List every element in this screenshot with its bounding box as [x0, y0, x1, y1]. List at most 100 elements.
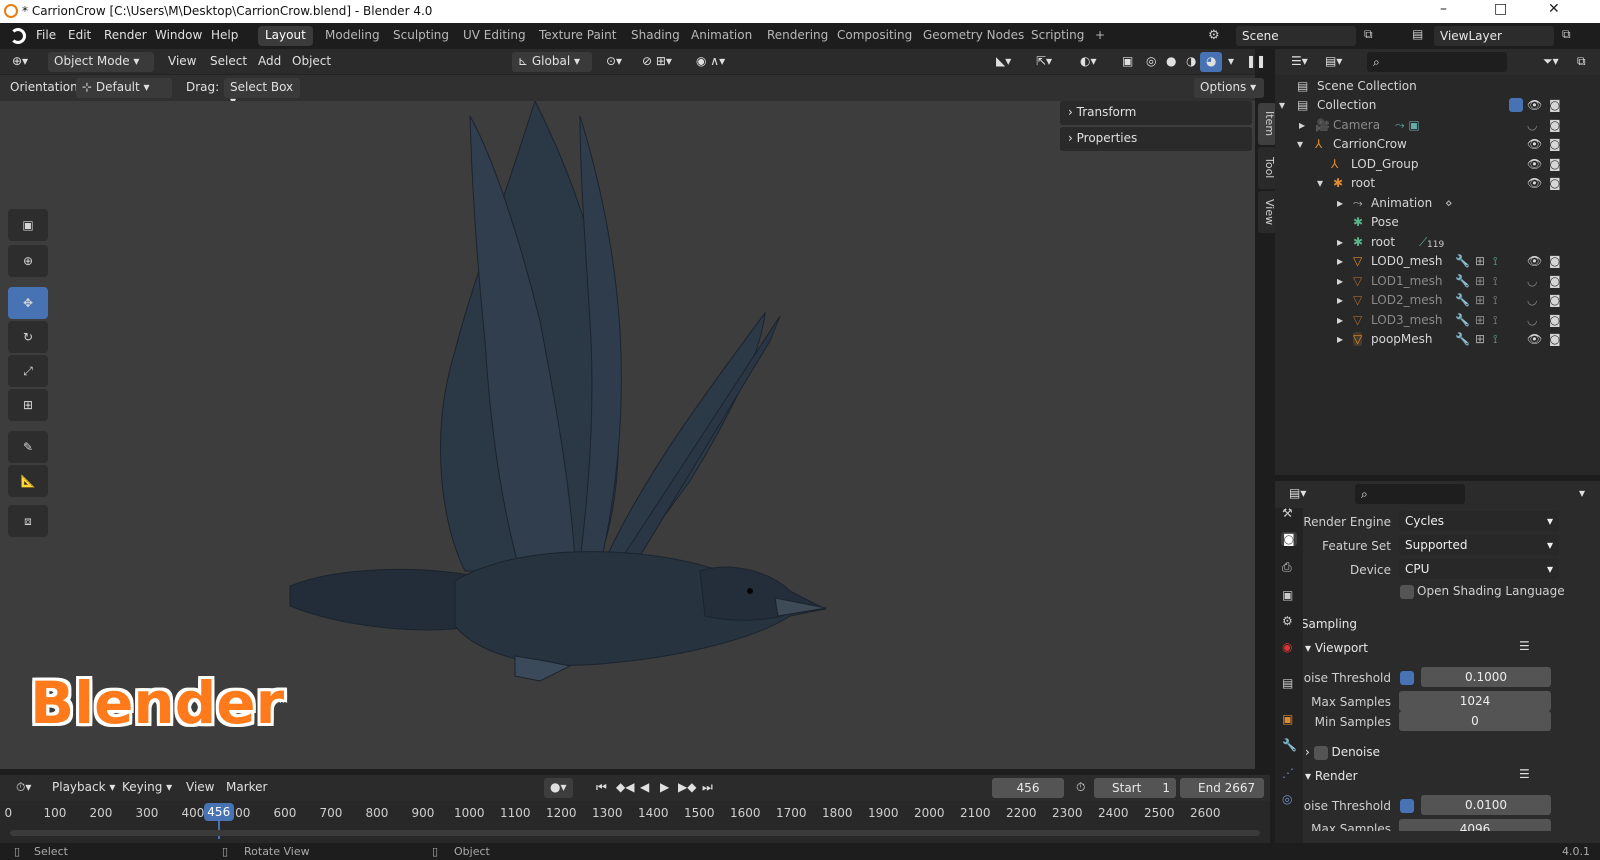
viewlayer-icon[interactable]: ▤ — [1412, 27, 1423, 41]
cursor-tool-icon[interactable]: ⊕ — [8, 245, 48, 277]
menu-add[interactable]: Add — [252, 52, 287, 72]
tab-shading[interactable]: Shading — [624, 26, 687, 46]
camera-render-icon[interactable]: ◙ — [1549, 157, 1561, 171]
camera-render-icon[interactable]: ◙ — [1549, 293, 1561, 307]
outliner-row-root-armature[interactable]: ▾ ✱ root 👁 ◙ — [1275, 173, 1600, 193]
expand-icon[interactable]: ▸ — [1337, 313, 1343, 327]
expand-icon[interactable]: ▸ — [1337, 254, 1343, 268]
timeline-editor[interactable]: ⏱▾ Playback ▾ Keying ▾ View Marker ●▾ ⏮ … — [0, 775, 1270, 843]
particles-tab-icon[interactable]: ⋰ — [1282, 766, 1294, 780]
feature-set-dropdown[interactable]: Supported ▾ — [1399, 535, 1559, 555]
tab-rendering[interactable]: Rendering — [760, 26, 835, 46]
pause-render-icon[interactable]: ❚❚ — [1240, 52, 1272, 72]
gizmo-icon[interactable]: ⇱▾ — [1030, 52, 1058, 72]
tab-layout[interactable]: Layout — [258, 26, 313, 46]
mode-dropdown[interactable]: Object Mode ▾ — [48, 52, 154, 72]
properties-search-input[interactable]: ⌕ — [1355, 484, 1465, 504]
select-box-tool-icon[interactable]: ▣ — [8, 209, 48, 241]
viewport-max-samples-field[interactable]: 1024 — [1399, 691, 1551, 711]
viewlayer-selector[interactable]: ViewLayer — [1434, 26, 1554, 46]
list-icon[interactable]: ☰ — [1519, 639, 1530, 653]
add-cube-tool-icon[interactable]: ⧈ — [8, 505, 48, 537]
outliner-row-collection[interactable]: ▾ ▤ Collection 👁 ◙ — [1275, 95, 1600, 115]
scale-tool-icon[interactable]: ⤢ — [8, 355, 48, 387]
scene-selector[interactable]: Scene — [1236, 26, 1356, 46]
proportional-edit-icon[interactable]: ◉ ∧▾ — [690, 52, 731, 72]
shading-options-icon[interactable]: ▾ — [1222, 52, 1240, 72]
expand-icon[interactable]: ▾ — [1279, 98, 1285, 112]
camera-render-icon[interactable]: ◙ — [1549, 137, 1561, 151]
outliner-row-scene-collection[interactable]: ▤ Scene Collection — [1275, 76, 1600, 96]
render-engine-dropdown[interactable]: Cycles ▾ — [1399, 511, 1559, 531]
expand-icon[interactable]: ▸ — [1337, 235, 1343, 249]
menu-render[interactable]: Render — [104, 28, 147, 42]
overlay-icon[interactable]: ◐▾ — [1074, 52, 1103, 72]
viewport-noise-threshold-field[interactable]: 0.1000 — [1421, 667, 1551, 687]
camera-render-icon[interactable]: ◙ — [1549, 118, 1561, 132]
physics-tab-icon[interactable]: ◎ — [1282, 792, 1292, 806]
render-noise-threshold-field[interactable]: 0.0100 — [1421, 795, 1551, 815]
list-icon[interactable]: ☰ — [1519, 767, 1530, 781]
tool-tab-icon[interactable]: ⚒ — [1282, 506, 1293, 520]
camera-render-icon[interactable]: ◙ — [1549, 313, 1561, 327]
eye-icon[interactable]: 👁 — [1527, 176, 1542, 190]
viewport-subpanel-header[interactable]: ▾ Viewport — [1305, 641, 1368, 655]
eye-icon[interactable]: 👁 — [1527, 254, 1542, 268]
menu-file[interactable]: File — [36, 28, 56, 42]
tab-animation[interactable]: Animation — [684, 26, 759, 46]
outliner[interactable]: ☰▾ ▤▾ ⌕ ⏷▾ ⧉ ▤ Scene Collection ▾ ▤ Coll… — [1275, 49, 1600, 475]
render-noise-threshold-checkbox[interactable] — [1400, 799, 1414, 813]
filter-icon[interactable]: ⏷▾ — [1537, 52, 1565, 72]
object-tab-icon[interactable]: ▣ — [1282, 712, 1293, 726]
outliner-row-lod2-mesh[interactable]: ▸ ▽ LOD2_mesh 🔧 ⊞ ⟟ ◡ ◙ — [1275, 290, 1600, 310]
collection-tab-icon[interactable]: ▤ — [1282, 676, 1293, 690]
transform-orientation-dropdown[interactable]: ⊾ Global ▾ — [512, 52, 592, 72]
annotate-tool-icon[interactable]: ✎ — [8, 431, 48, 463]
pivot-icon[interactable]: ⊙▾ — [600, 52, 628, 72]
new-viewlayer-icon[interactable]: ⧉ — [1562, 27, 1571, 42]
osl-checkbox[interactable] — [1400, 585, 1414, 599]
tab-uv-editing[interactable]: UV Editing — [456, 26, 533, 46]
properties-editor[interactable]: ▤▾ ⌕ ▾ Render Engine Cycles ▾ Feature Set… — [1275, 481, 1600, 843]
editor-type-icon[interactable]: ⊕▾ — [6, 52, 34, 72]
expand-icon[interactable]: ▸ — [1337, 274, 1343, 288]
snap-icon[interactable]: ⊘ ⊞▾ — [636, 52, 678, 72]
outliner-row-lod1-mesh[interactable]: ▸ ▽ LOD1_mesh 🔧 ⊞ ⟟ ◡ ◙ — [1275, 271, 1600, 291]
expand-icon[interactable]: ▸ — [1337, 293, 1343, 307]
device-dropdown[interactable]: CPU ▾ — [1399, 559, 1559, 579]
outliner-row-poopmesh[interactable]: ▸ ▽ poopMesh 🔧 ⊞ ⟟ 👁 ◙ — [1275, 329, 1600, 349]
menu-window[interactable]: Window — [155, 28, 202, 42]
maximize-button[interactable]: □ — [1494, 1, 1507, 17]
orientation-dropdown[interactable]: ⊹ Default ▾ — [76, 78, 172, 98]
tab-geometry-nodes[interactable]: Geometry Nodes — [916, 26, 1031, 46]
render-subpanel-header[interactable]: ▾ Render — [1305, 769, 1358, 783]
world-tab-icon[interactable]: ◉ — [1282, 640, 1292, 654]
rotate-tool-icon[interactable]: ↻ — [8, 321, 48, 353]
tab-scripting[interactable]: Scripting — [1024, 26, 1091, 46]
camera-render-icon[interactable]: ◙ — [1549, 332, 1561, 346]
outliner-row-root-data[interactable]: ▸ ✱ root ⟋ 119 — [1275, 232, 1600, 252]
output-tab-icon[interactable]: ⎙ — [1282, 560, 1292, 575]
tab-tool[interactable]: Tool — [1258, 147, 1276, 189]
scene-tab-icon[interactable]: ⚙ — [1282, 614, 1293, 628]
3d-viewport[interactable]: ▣ ⊕ ✥ ↻ ⤢ ⊞ ✎ 📐 ⧈ › Transform › Properti… — [0, 101, 1276, 769]
tab-sculpting[interactable]: Sculpting — [386, 26, 456, 46]
camera-render-icon[interactable]: ◙ — [1549, 98, 1561, 112]
eye-icon[interactable]: 👁 — [1527, 98, 1542, 112]
scene-icon[interactable]: ⚙ — [1208, 28, 1220, 43]
visibility-icon[interactable]: ◣▾ — [990, 52, 1017, 72]
outliner-editor-type-icon[interactable]: ☰▾ — [1285, 52, 1314, 72]
expand-icon[interactable]: ▾ — [1297, 137, 1303, 151]
render-max-samples-field[interactable]: 4096 — [1399, 819, 1551, 831]
outliner-row-carrioncrow[interactable]: ▾ ⅄ CarrionCrow 👁 ◙ — [1275, 134, 1600, 154]
expand-icon[interactable]: ▾ — [1317, 176, 1323, 190]
measure-tool-icon[interactable]: 📐 — [8, 465, 48, 497]
close-button[interactable]: ✕ — [1548, 1, 1560, 17]
shading-rendered-icon[interactable]: ◕ — [1200, 52, 1223, 72]
move-tool-icon[interactable]: ✥ — [8, 287, 48, 319]
drag-dropdown[interactable]: Select Box ▾ — [224, 78, 300, 108]
camera-render-icon[interactable]: ◙ — [1549, 254, 1561, 268]
camera-render-icon[interactable]: ◙ — [1549, 274, 1561, 288]
denoise-checkbox[interactable] — [1313, 745, 1328, 760]
eye-icon[interactable]: 👁 — [1527, 157, 1542, 171]
